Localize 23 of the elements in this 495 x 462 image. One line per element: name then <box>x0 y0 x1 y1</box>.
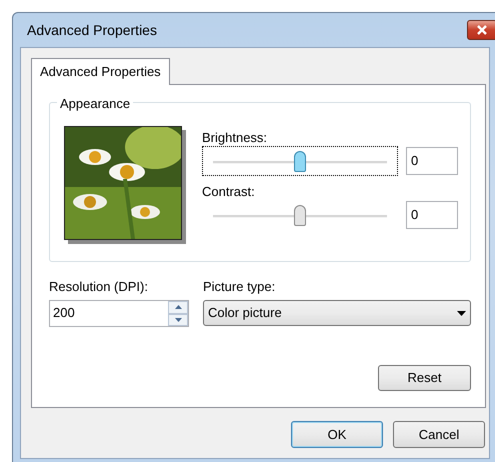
slider-label: Contrast: <box>202 184 256 200</box>
slider-thumb[interactable] <box>294 205 306 226</box>
window-title: Advanced Properties <box>27 20 158 40</box>
value-field[interactable]: 0 <box>406 147 458 175</box>
slider[interactable] <box>202 146 398 176</box>
resolution-label: Resolution (DPI): <box>49 278 149 295</box>
value-field[interactable]: 0 <box>406 201 458 229</box>
dropdown-arrow-icon <box>457 310 466 316</box>
reset-button[interactable]: Reset <box>378 365 471 391</box>
resolution-spinbox[interactable]: 200 <box>49 300 189 327</box>
up-arrow-icon <box>174 305 182 310</box>
picture-type-label: Picture type: <box>203 278 276 295</box>
picture-type-dropdown[interactable]: Color picture <box>203 300 471 326</box>
close-button[interactable] <box>467 20 495 40</box>
dialog-button[interactable]: Cancel <box>393 421 485 448</box>
dialog-button[interactable]: OK <box>291 421 383 448</box>
close-icon <box>476 25 488 35</box>
spin-up-button[interactable] <box>168 301 188 314</box>
tab[interactable]: Advanced Properties <box>31 58 170 85</box>
slider-label: Brightness: <box>202 130 268 146</box>
slider-thumb[interactable] <box>294 151 306 172</box>
spin-down-button[interactable] <box>168 314 188 326</box>
down-arrow-icon <box>174 318 182 322</box>
